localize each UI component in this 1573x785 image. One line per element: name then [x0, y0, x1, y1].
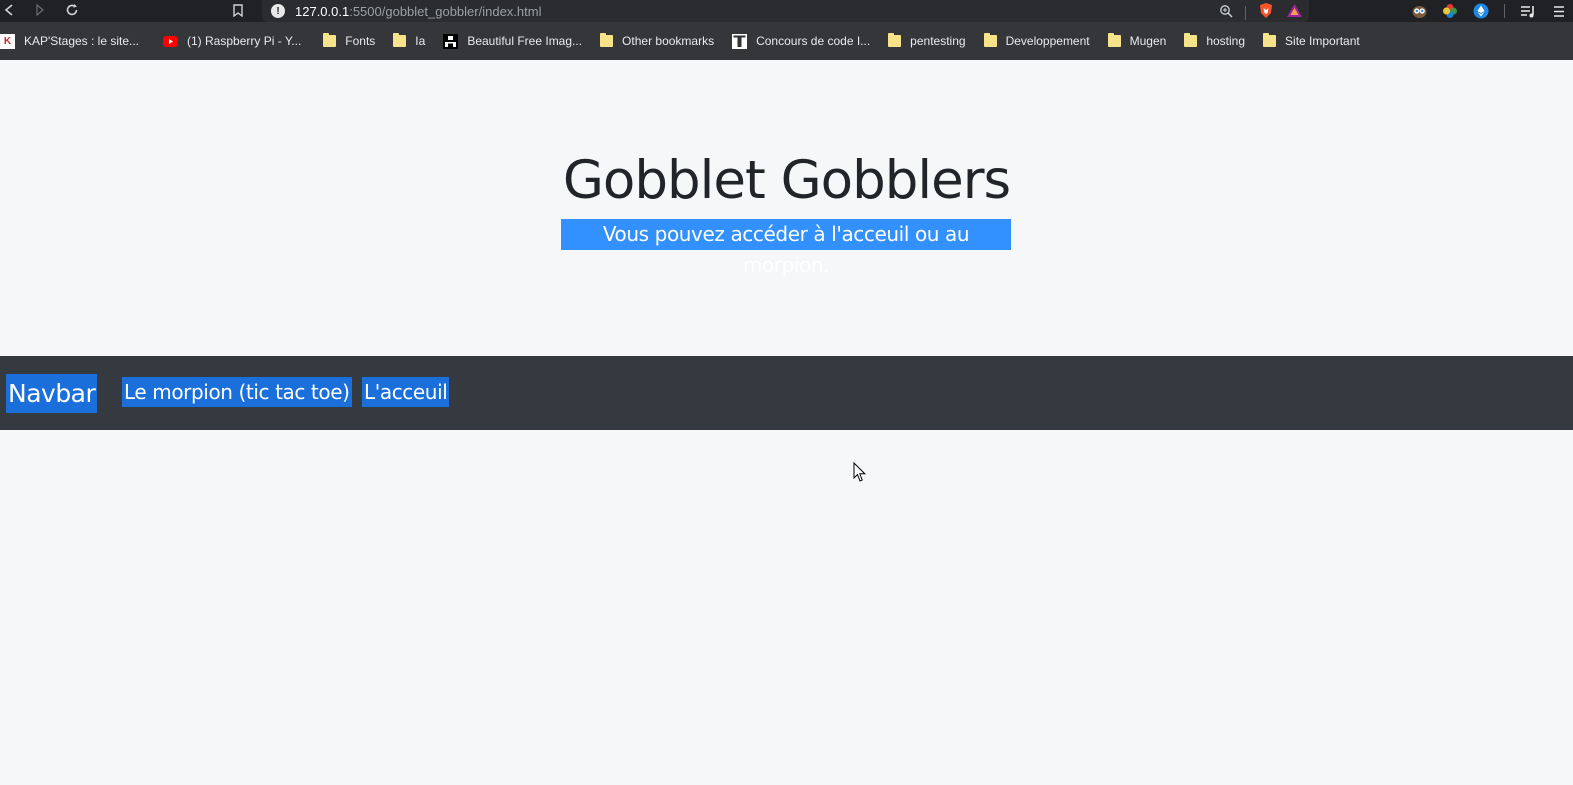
bookmark-label: Other bookmarks: [622, 34, 715, 48]
bookmark-item[interactable]: Site Important: [1263, 33, 1360, 48]
folder-icon: [323, 33, 337, 47]
folder-icon: [393, 33, 407, 47]
bookmark-item[interactable]: Beautiful Free Imag...: [443, 33, 583, 49]
bookmark-icon[interactable]: [229, 1, 247, 19]
url-path: :5500/gobblet_gobbler/index.html: [349, 3, 542, 19]
info-icon[interactable]: !: [271, 4, 285, 18]
bookmark-item[interactable]: K KAP'Stages : le site...: [0, 33, 140, 49]
unsplash-favicon: [443, 33, 459, 49]
back-arrow-icon[interactable]: [0, 1, 18, 19]
toolbar-divider: [1504, 4, 1505, 18]
playlist-icon[interactable]: [1520, 3, 1536, 19]
bookmarks-bar: K KAP'Stages : le site... (1) Raspberry …: [0, 22, 1573, 60]
nav-link-acceuil[interactable]: L'acceuil: [362, 377, 450, 407]
brave-rewards-icon[interactable]: [1286, 3, 1303, 23]
forward-arrow-icon[interactable]: [31, 1, 49, 19]
bookmark-item[interactable]: Developpement: [983, 33, 1090, 48]
bookmark-item[interactable]: Other bookmarks: [600, 33, 715, 48]
bookmark-item[interactable]: Concours de code I...: [732, 33, 871, 49]
owl-extension-icon[interactable]: [1411, 3, 1427, 19]
url-divider: [1245, 6, 1246, 20]
browser-toolbar: ! 127.0.0.1:5500/gobblet_gobbler/index.h…: [0, 0, 1573, 22]
folder-icon: [1263, 33, 1277, 47]
bookmark-label: pentesting: [910, 34, 966, 48]
bookmark-item[interactable]: Fonts: [323, 33, 376, 48]
navbar-brand[interactable]: Navbar: [6, 374, 98, 413]
address-bar[interactable]: ! 127.0.0.1:5500/gobblet_gobbler/index.h…: [262, 0, 1309, 22]
folder-icon: [600, 33, 614, 47]
kap-favicon: K: [0, 33, 15, 49]
nav-link-morpion[interactable]: Le morpion (tic tac toe): [122, 377, 352, 407]
url-host: 127.0.0.1: [295, 3, 350, 19]
color-wheel-extension-icon[interactable]: [1442, 3, 1458, 19]
bookmark-item[interactable]: hosting: [1184, 33, 1246, 48]
bookmark-item[interactable]: (1) Raspberry Pi - Y...: [163, 34, 301, 49]
ethereum-wallet-icon[interactable]: [1473, 3, 1489, 19]
bookmark-label: KAP'Stages : le site...: [24, 34, 140, 48]
bookmark-label: hosting: [1206, 34, 1246, 48]
site-favicon: [732, 33, 748, 49]
folder-icon: [888, 33, 902, 47]
youtube-favicon: [163, 34, 179, 49]
reload-icon[interactable]: [63, 1, 81, 19]
url-text[interactable]: 127.0.0.1:5500/gobblet_gobbler/index.htm…: [295, 4, 541, 19]
extension-icons: [1411, 1, 1573, 21]
navbar: Navbar Le morpion (tic tac toe) L'acceui…: [0, 356, 1573, 430]
mouse-cursor-icon: [853, 461, 867, 488]
folder-icon: [1107, 33, 1121, 47]
page-subtitle: Vous pouvez accéder à l'acceuil ou au mo…: [561, 219, 1011, 277]
folder-icon: [983, 33, 997, 47]
bookmark-label: Beautiful Free Imag...: [467, 34, 583, 48]
menu-icon[interactable]: [1551, 3, 1567, 19]
bookmark-item[interactable]: Mugen: [1107, 33, 1167, 48]
page-title: Gobblet Gobblers: [562, 150, 1011, 211]
bookmark-item[interactable]: pentesting: [888, 33, 966, 48]
bookmark-item[interactable]: Ia: [393, 33, 426, 48]
folder-icon: [1184, 33, 1198, 47]
bookmark-label: Ia: [415, 34, 426, 48]
bookmark-label: Mugen: [1129, 34, 1167, 48]
bookmark-label: Developpement: [1005, 34, 1090, 48]
zoom-icon[interactable]: [1219, 4, 1233, 23]
bookmark-label: Concours de code I...: [756, 34, 871, 48]
brave-shield-icon[interactable]: [1258, 2, 1274, 24]
bookmark-label: Site Important: [1285, 34, 1360, 48]
bookmark-label: (1) Raspberry Pi - Y...: [187, 34, 302, 48]
bookmark-label: Fonts: [345, 34, 376, 48]
